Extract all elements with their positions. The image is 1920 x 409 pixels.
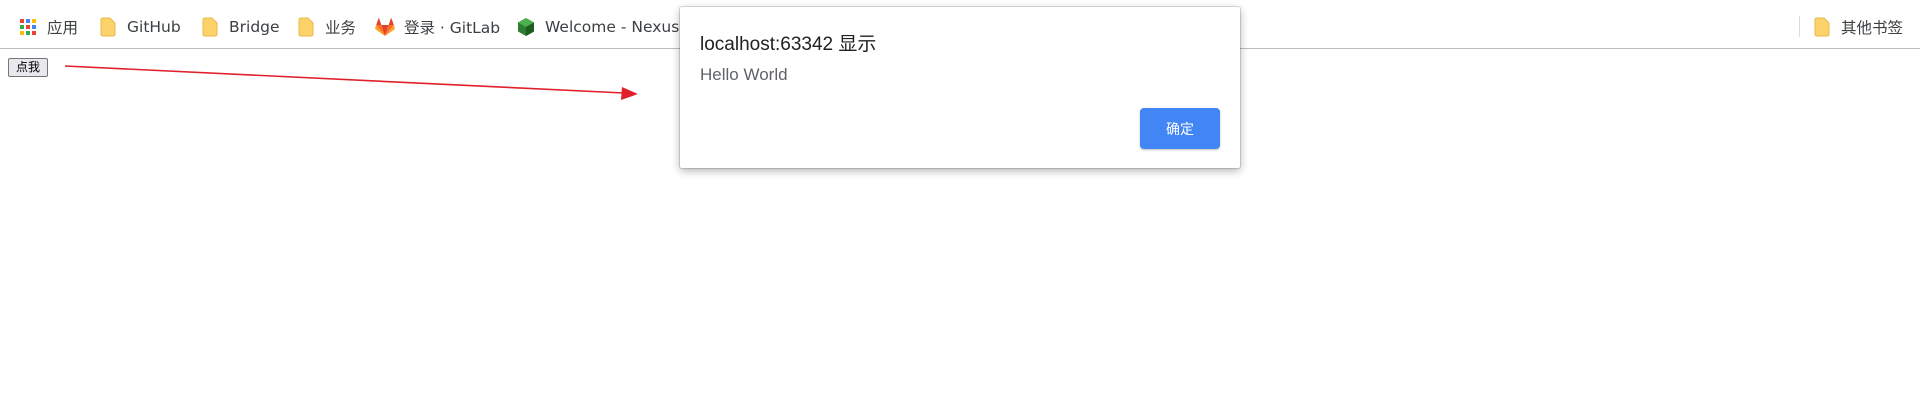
bookmark-github[interactable]: GitHub [98,15,181,39]
folder-icon [200,17,220,37]
bookmark-bridge[interactable]: Bridge [200,15,280,39]
bookmark-gitlab[interactable]: 登录 · GitLab [375,15,500,39]
apps-label: 应用 [47,19,79,37]
bookmark-label: 业务 [325,19,357,37]
dialog-message: Hello World [700,65,788,84]
other-bookmarks[interactable]: 其他书签 [1812,15,1903,39]
bookmark-label: 登录 · GitLab [404,19,501,37]
folder-icon [1812,17,1832,37]
bookmark-label: Bridge [229,18,280,36]
apps-grid-icon [18,17,38,37]
ok-button[interactable]: 确定 [1140,108,1220,149]
folder-icon [98,17,118,37]
folder-icon [296,17,316,37]
gitlab-icon [375,17,395,37]
alert-dialog: localhost:63342 显示 Hello World 确定 [680,7,1240,168]
bookmark-nexus[interactable]: Welcome - Nexus [516,15,679,39]
click-me-button[interactable]: 点我 [8,58,48,77]
bookmark-business[interactable]: 业务 [296,15,356,39]
dialog-title: localhost:63342 显示 [700,34,877,55]
nexus-icon [516,17,536,37]
apps-shortcut[interactable]: 应用 [18,15,78,39]
bookmark-label: GitHub [127,18,181,36]
other-bookmarks-label: 其他书签 [1841,19,1904,37]
bookmarks-separator [1799,16,1800,37]
bookmark-label: Welcome - Nexus [545,18,680,36]
